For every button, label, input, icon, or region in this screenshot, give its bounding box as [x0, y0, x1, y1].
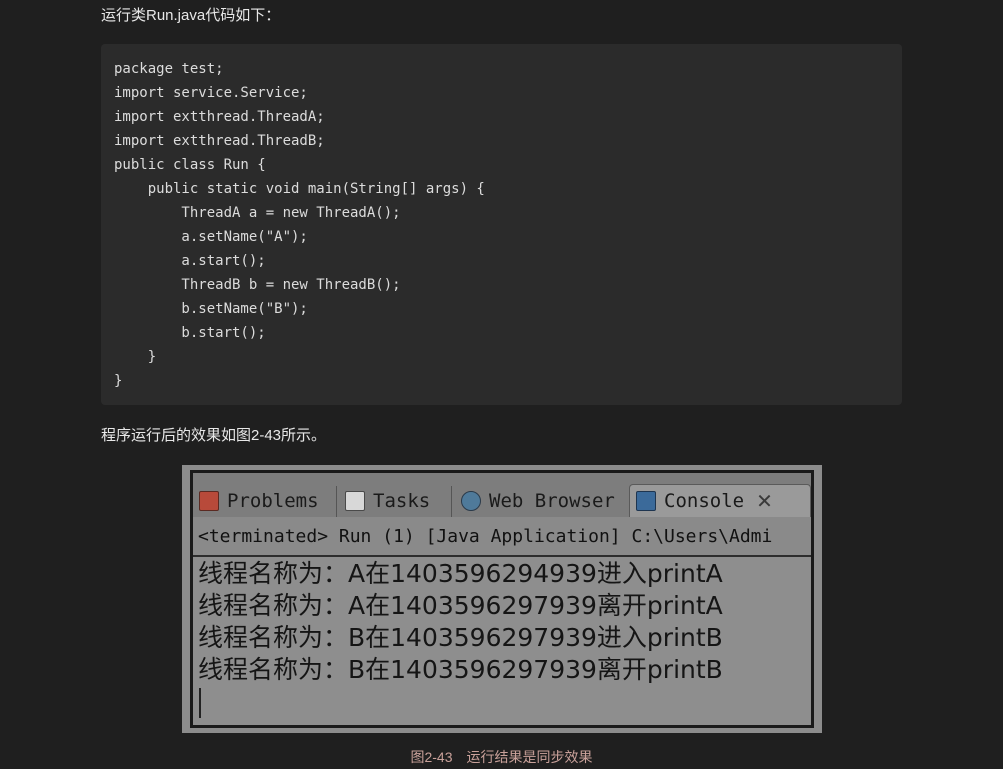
code-block: package test; import service.Service; im…: [101, 44, 902, 405]
code-line: import extthread.ThreadA;: [114, 109, 325, 125]
console-status-line: <terminated> Run (1) [Java Application] …: [193, 517, 811, 557]
code-line: ThreadA a = new ThreadA();: [114, 205, 401, 221]
code-line: }: [114, 349, 157, 365]
tab-label: Web Browser: [489, 489, 615, 512]
code-line: a.start();: [114, 253, 266, 269]
console-output-line: 线程名称为：B在1403596297939进入printB: [198, 623, 723, 652]
result-paragraph: 程序运行后的效果如图2-43所示。: [101, 427, 327, 444]
tab-tasks[interactable]: Tasks: [345, 484, 430, 517]
code-line: public static void main(String[] args) {: [114, 181, 485, 197]
intro-paragraph: 运行类Run.java代码如下：: [101, 7, 281, 24]
code-line: public class Run {: [114, 157, 266, 173]
globe-icon: [461, 490, 481, 511]
text-cursor: [199, 688, 201, 718]
tab-label: Problems: [227, 489, 319, 512]
tasks-icon: [345, 490, 365, 511]
code-line: ThreadB b = new ThreadB();: [114, 277, 401, 293]
view-tab-bar: Problems Tasks Web Browser Console ✕: [193, 473, 811, 517]
console-output-line: 线程名称为：B在1403596297939离开printB: [198, 655, 723, 684]
code-line: import service.Service;: [114, 85, 308, 101]
tab-problems[interactable]: Problems: [199, 484, 319, 517]
close-icon[interactable]: ✕: [756, 489, 773, 513]
figure-caption: 图2-43 运行结果是同步效果: [410, 749, 593, 765]
tab-label: Console: [664, 490, 745, 512]
console-output-line: 线程名称为：A在1403596297939离开printA: [198, 591, 723, 620]
tab-label: Tasks: [373, 489, 431, 512]
problems-icon: [199, 490, 219, 511]
console-screenshot-figure: Problems Tasks Web Browser Console ✕ <te…: [182, 465, 822, 733]
eclipse-console-view: Problems Tasks Web Browser Console ✕ <te…: [193, 473, 811, 725]
console-output-line: 线程名称为：A在1403596294939进入printA: [198, 559, 723, 588]
tab-console[interactable]: Console ✕: [629, 484, 811, 517]
code-line: b.setName("B");: [114, 301, 308, 317]
figure-frame: Problems Tasks Web Browser Console ✕ <te…: [190, 470, 814, 728]
tab-separator: [336, 486, 337, 517]
console-icon: [636, 491, 656, 511]
code-line: package test;: [114, 61, 224, 77]
code-line: a.setName("A");: [114, 229, 308, 245]
code-line: import extthread.ThreadB;: [114, 133, 325, 149]
code-line: }: [114, 373, 123, 389]
tab-web-browser[interactable]: Web Browser: [461, 484, 615, 517]
code-line: b.start();: [114, 325, 266, 341]
tab-separator: [451, 486, 452, 517]
console-output[interactable]: 线程名称为：A在1403596294939进入printA 线程名称为：A在14…: [193, 557, 811, 725]
